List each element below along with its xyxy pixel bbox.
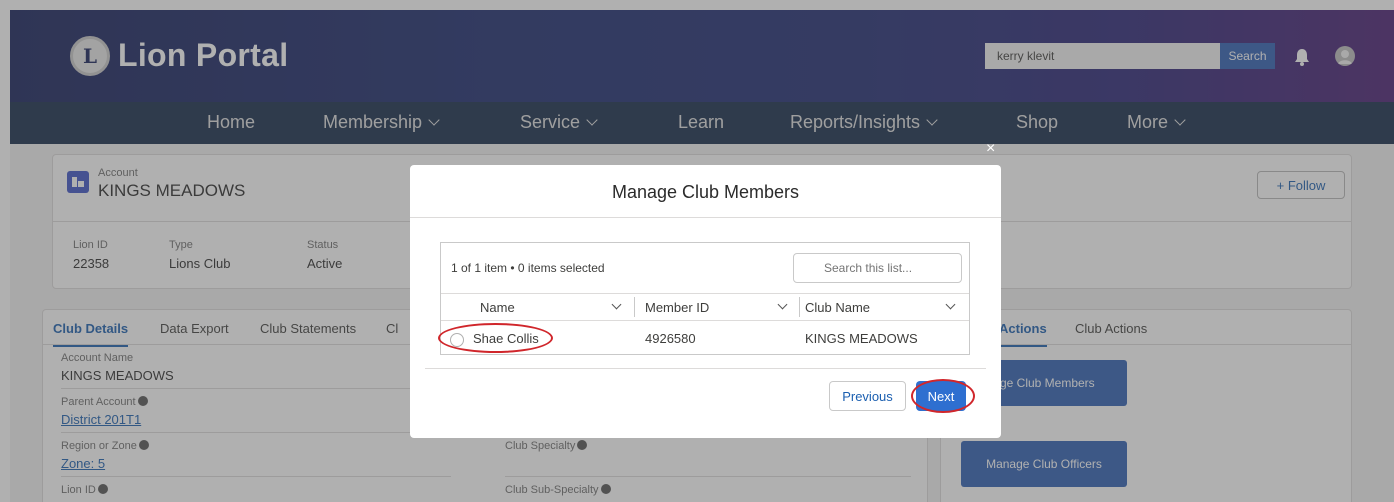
annotation-circle	[911, 379, 975, 413]
member-list: 1 of 1 item • 0 items selected Name Memb…	[438, 242, 970, 355]
annotation-circle	[438, 323, 553, 353]
column-header-name[interactable]: Name	[480, 300, 515, 315]
close-icon[interactable]: ×	[986, 140, 995, 158]
list-search-input[interactable]	[793, 253, 962, 283]
manage-club-members-modal: Manage Club Members 1 of 1 item • 0 item…	[410, 165, 1001, 438]
cell-club-name: KINGS MEADOWS	[805, 331, 918, 346]
list-count: 1 of 1 item • 0 items selected	[451, 261, 605, 275]
previous-button[interactable]: Previous	[829, 381, 906, 411]
modal-title: Manage Club Members	[611, 182, 800, 202]
column-header-club-name[interactable]: Club Name	[805, 300, 870, 315]
cell-member-id: 4926580	[645, 331, 696, 346]
column-header-member-id[interactable]: Member ID	[645, 300, 709, 315]
